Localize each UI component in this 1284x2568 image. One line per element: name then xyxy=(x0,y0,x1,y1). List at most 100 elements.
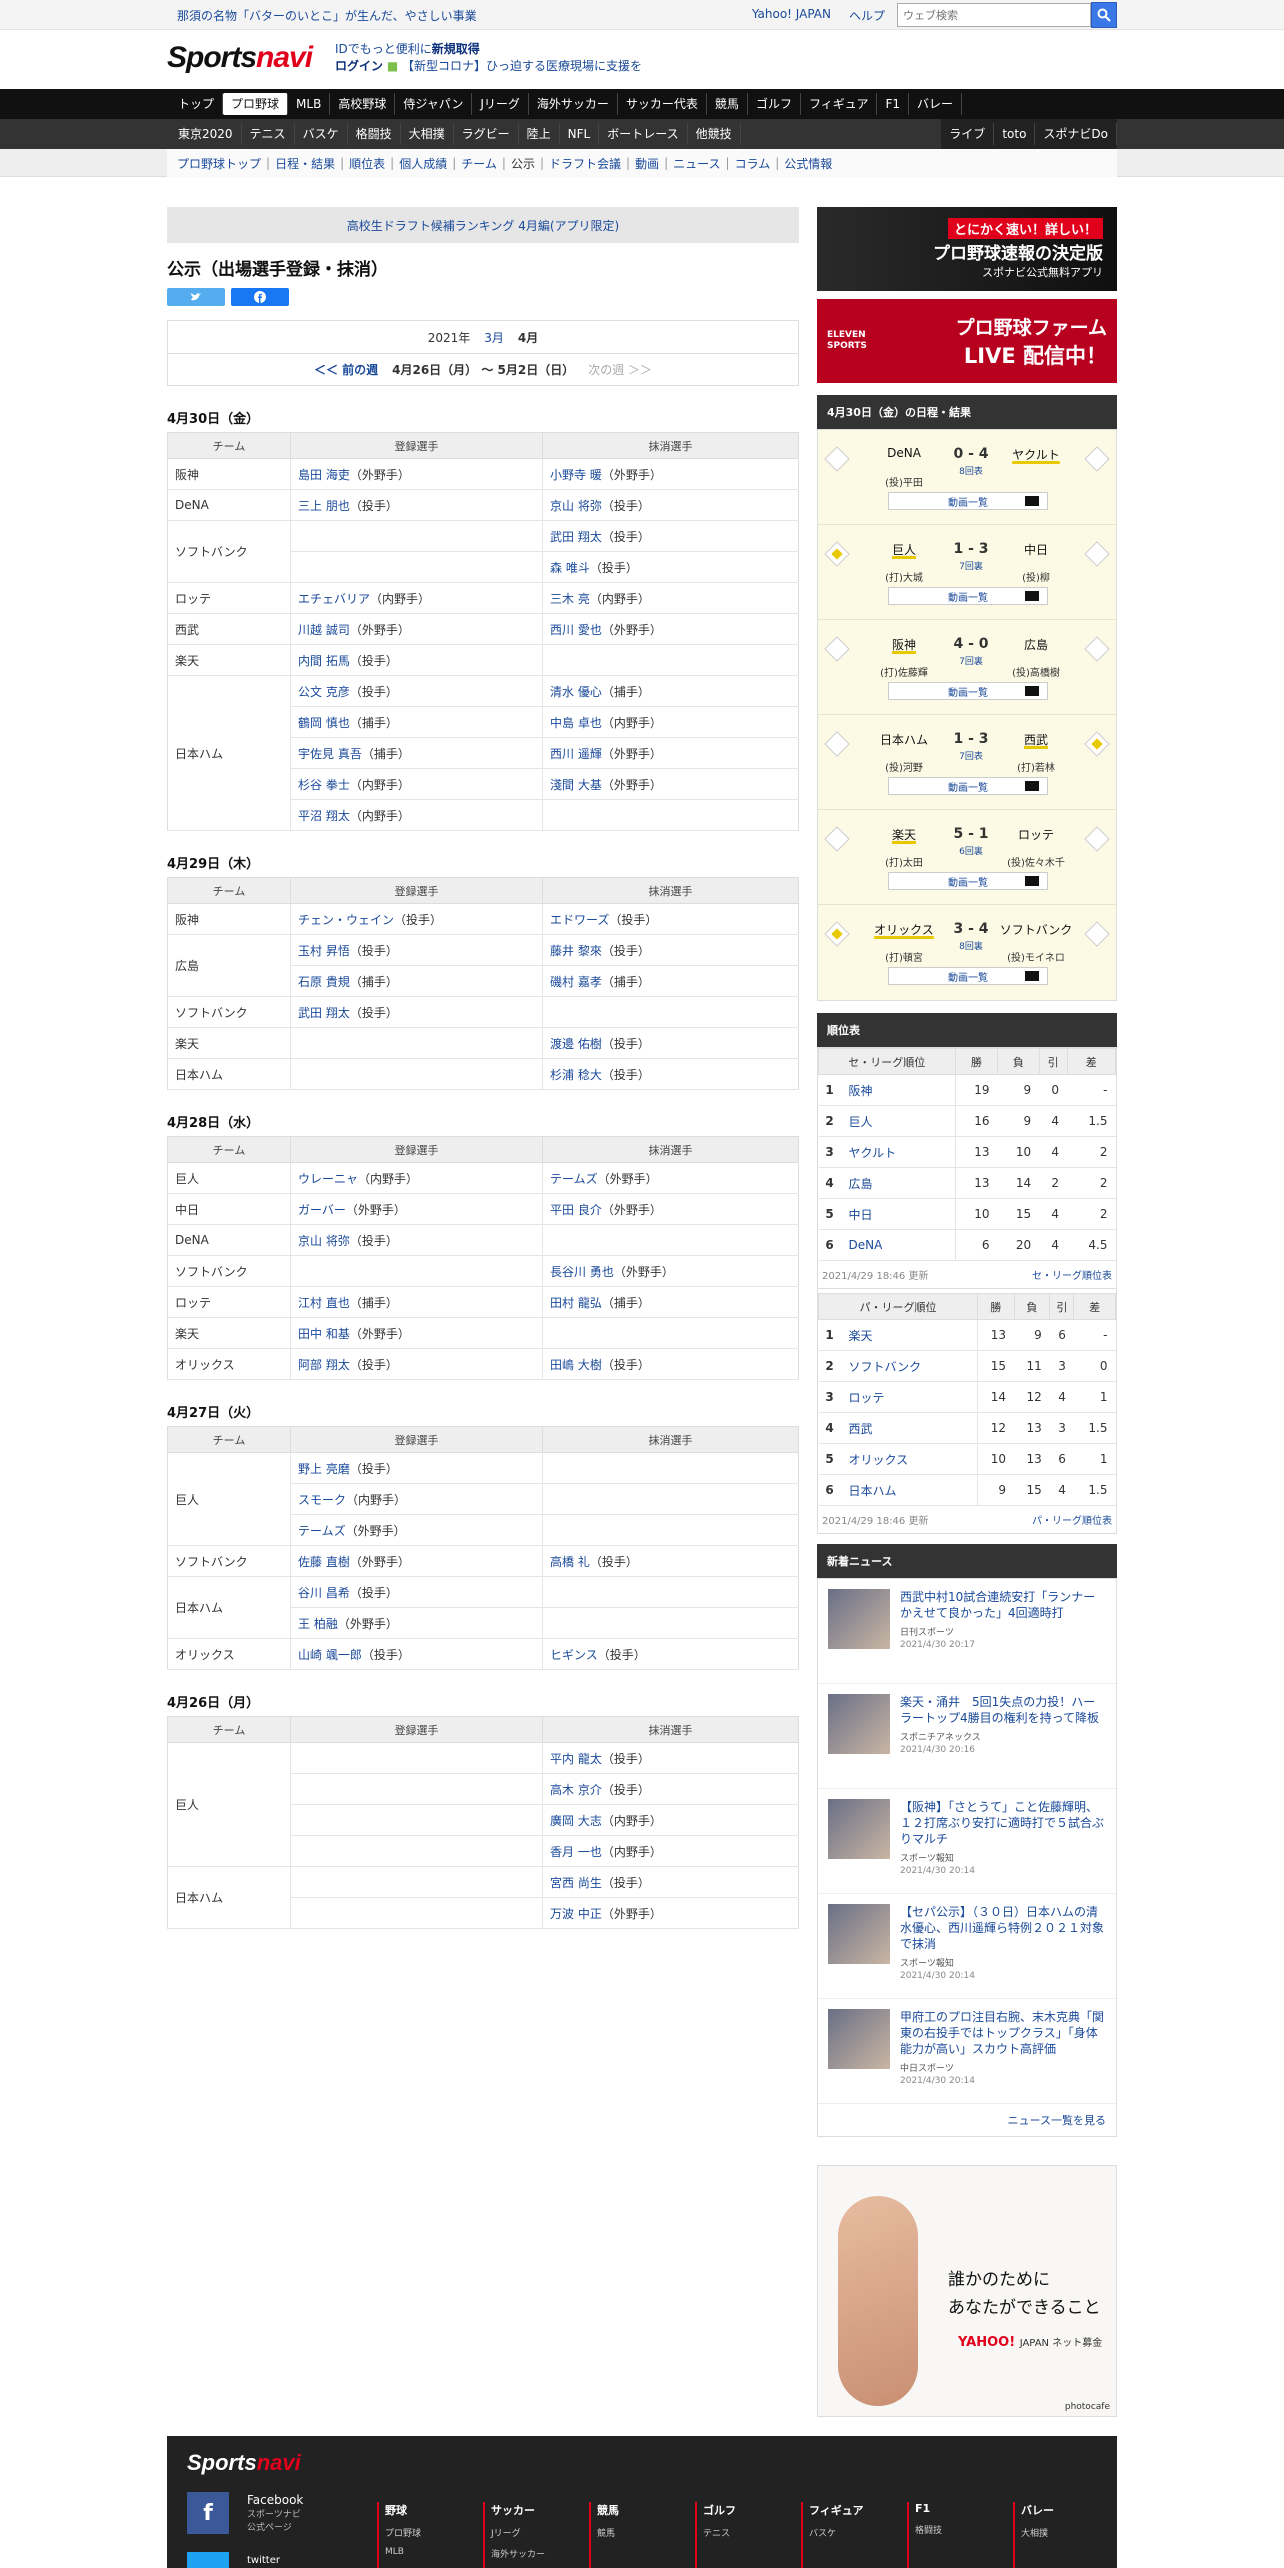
prev-week-link[interactable]: ＜＜ 前の週 xyxy=(314,361,378,378)
player-link[interactable]: ガーバー xyxy=(298,1203,346,1217)
player-link[interactable]: 玉村 昇悟 xyxy=(298,944,350,958)
footer-logo[interactable]: Sportsnavi xyxy=(187,2450,301,2476)
subnav-item[interactable]: 公式情報 xyxy=(784,155,832,172)
covid-support-link[interactable]: 【新型コロナ】ひっ迫する医療現場に支援を xyxy=(402,59,642,73)
nav-item[interactable]: サッカー代表 xyxy=(618,93,707,115)
nav-item[interactable]: toto xyxy=(994,123,1036,145)
nav-item[interactable]: 海外サッカー xyxy=(529,93,618,115)
player-link[interactable]: 内間 拓馬 xyxy=(298,654,350,668)
footer-link[interactable]: 野球 xyxy=(385,2502,483,2518)
news-title[interactable]: 楽天・涌井 5回1失点の力投！ハーラートップ4勝目の権利を持って降板 xyxy=(900,1694,1106,1726)
nav-item[interactable]: バスケ xyxy=(295,123,348,145)
game-score[interactable]: 3 - 4 xyxy=(946,921,996,937)
player-link[interactable]: 佐藤 直樹 xyxy=(298,1555,350,1569)
away-team[interactable]: 西武 xyxy=(996,731,1076,748)
subnav-item[interactable]: 個人成績 xyxy=(399,155,447,172)
news-item[interactable]: 【阪神】「さとうて」こと佐藤輝明、１２打席ぶり安打に適時打で５試合ぶりマルチ スポ… xyxy=(818,1789,1116,1894)
footer-link[interactable]: F1 xyxy=(915,2502,1013,2515)
news-item[interactable]: 【セパ公示】（３０日）日本ハムの清水優心、西川遥輝ら特例２０２１対象で抹消 スポー… xyxy=(818,1894,1116,1999)
footer-link[interactable]: サッカー xyxy=(491,2502,589,2518)
nav-item[interactable]: 侍ジャパン xyxy=(395,93,473,115)
nav-item[interactable]: バレー xyxy=(909,93,963,115)
register-link[interactable]: 新規取得 xyxy=(432,42,480,56)
draft-ranking-link[interactable]: 高校生ドラフト候補ランキング 4月編(アプリ限定) xyxy=(347,217,619,234)
team-link[interactable]: ヤクルト xyxy=(840,1136,956,1168)
home-team[interactable]: オリックス xyxy=(864,921,944,938)
footer-link[interactable]: 大相撲 xyxy=(1021,2526,1119,2539)
nav-item[interactable]: フィギュア xyxy=(801,93,878,115)
footer-link[interactable]: バスケ xyxy=(809,2526,907,2539)
nav-item[interactable]: ラグビー xyxy=(454,123,519,145)
player-link[interactable]: 王 柏融 xyxy=(298,1617,338,1631)
player-link[interactable]: 平沼 翔太 xyxy=(298,809,350,823)
search-button[interactable] xyxy=(1091,2,1117,28)
player-link[interactable]: 阿部 翔太 xyxy=(298,1358,350,1372)
home-team[interactable]: 日本ハム xyxy=(864,731,944,748)
nav-item[interactable]: 東京2020 xyxy=(170,123,242,145)
player-link[interactable]: チェン・ウェイン xyxy=(298,913,394,927)
search-input[interactable] xyxy=(897,3,1091,27)
player-link[interactable]: 谷川 昌希 xyxy=(298,1586,350,1600)
nav-item[interactable]: F1 xyxy=(877,93,910,115)
nav-item[interactable]: NFL xyxy=(560,123,600,145)
team-link[interactable]: DeNA xyxy=(840,1229,956,1261)
subnav-item[interactable]: 日程・結果 xyxy=(275,155,335,172)
game-score[interactable]: 5 - 1 xyxy=(946,826,996,842)
footer-link[interactable]: バレー xyxy=(1021,2502,1119,2518)
twitter-share-button[interactable] xyxy=(167,288,225,306)
game-score[interactable]: 1 - 3 xyxy=(946,731,996,747)
video-list-button[interactable]: 動画一覧 xyxy=(888,777,1048,795)
player-link[interactable]: 杉浦 稔大 xyxy=(550,1068,602,1082)
team-link[interactable]: 楽天 xyxy=(840,1319,978,1351)
central-standings-link[interactable]: セ・リーグ順位表 xyxy=(1032,1267,1112,1282)
team-link[interactable]: ソフトバンク xyxy=(840,1350,978,1382)
news-title[interactable]: 【阪神】「さとうて」こと佐藤輝明、１２打席ぶり安打に適時打で５試合ぶりマルチ xyxy=(900,1799,1106,1847)
player-link[interactable]: 淺間 大基 xyxy=(550,778,602,792)
player-link[interactable]: 鶴岡 慎也 xyxy=(298,716,350,730)
nav-item[interactable]: 格闘技 xyxy=(348,123,401,145)
player-link[interactable]: 小野寺 暖 xyxy=(550,468,602,482)
player-link[interactable]: 高橋 礼 xyxy=(550,1555,590,1569)
news-item[interactable]: 西武中村10試合連続安打「ランナーかえせて良かった」4回適時打 日刊スポーツ 202… xyxy=(818,1579,1116,1684)
player-link[interactable]: 宇佐見 真吾 xyxy=(298,747,362,761)
prev-month-link[interactable]: 3月 xyxy=(484,329,504,346)
subnav-item[interactable]: ニュース xyxy=(673,155,720,172)
video-list-button[interactable]: 動画一覧 xyxy=(888,587,1048,605)
nav-item[interactable]: テニス xyxy=(242,123,295,145)
player-link[interactable]: 万波 中正 xyxy=(550,1907,602,1921)
pacific-standings-link[interactable]: パ・リーグ順位表 xyxy=(1032,1512,1112,1527)
player-link[interactable]: スモーク xyxy=(298,1493,346,1507)
player-link[interactable]: 藤井 黎來 xyxy=(550,944,602,958)
player-link[interactable]: テームズ xyxy=(298,1524,346,1538)
home-team[interactable]: 巨人 xyxy=(864,541,944,558)
nav-item[interactable]: 陸上 xyxy=(519,123,560,145)
nav-item[interactable]: トップ xyxy=(170,93,224,115)
player-link[interactable]: 石原 貴規 xyxy=(298,975,350,989)
player-link[interactable]: 西川 愛也 xyxy=(550,623,602,637)
video-list-button[interactable]: 動画一覧 xyxy=(888,967,1048,985)
player-link[interactable]: 渡邊 佑樹 xyxy=(550,1037,602,1051)
player-link[interactable]: エドワーズ xyxy=(550,913,609,927)
news-item[interactable]: 楽天・涌井 5回1失点の力投！ハーラートップ4勝目の権利を持って降板 スポニチアネ… xyxy=(818,1684,1116,1789)
player-link[interactable]: 京山 将弥 xyxy=(298,1234,350,1248)
away-team[interactable]: 中日 xyxy=(996,541,1076,558)
facebook-share-button[interactable] xyxy=(231,288,289,306)
player-link[interactable]: 江村 直也 xyxy=(298,1296,350,1310)
team-link[interactable]: オリックス xyxy=(840,1443,978,1475)
player-link[interactable]: 清水 優心 xyxy=(550,685,602,699)
news-title[interactable]: 西武中村10試合連続安打「ランナーかえせて良かった」4回適時打 xyxy=(900,1589,1106,1621)
footer-link[interactable]: 競馬 xyxy=(597,2526,695,2539)
nav-item[interactable]: ボートレース xyxy=(599,123,688,145)
footer-link[interactable]: フィギュア xyxy=(809,2502,907,2518)
eleven-sports-banner[interactable]: ELEVEN SPORTS プロ野球ファーム LIVE 配信中！ xyxy=(817,299,1117,383)
nav-item[interactable]: プロ野球 xyxy=(223,93,289,115)
player-link[interactable]: 西川 遥輝 xyxy=(550,747,602,761)
team-link[interactable]: ロッテ xyxy=(840,1381,978,1413)
team-link[interactable]: 阪神 xyxy=(840,1074,956,1106)
away-team[interactable]: 広島 xyxy=(996,636,1076,653)
player-link[interactable]: 田中 和基 xyxy=(298,1327,350,1341)
player-link[interactable]: 杉谷 拳士 xyxy=(298,778,350,792)
away-team[interactable]: ソフトバンク xyxy=(996,921,1076,938)
video-list-button[interactable]: 動画一覧 xyxy=(888,492,1048,510)
footer-link[interactable]: 海外サッカー xyxy=(491,2547,589,2560)
